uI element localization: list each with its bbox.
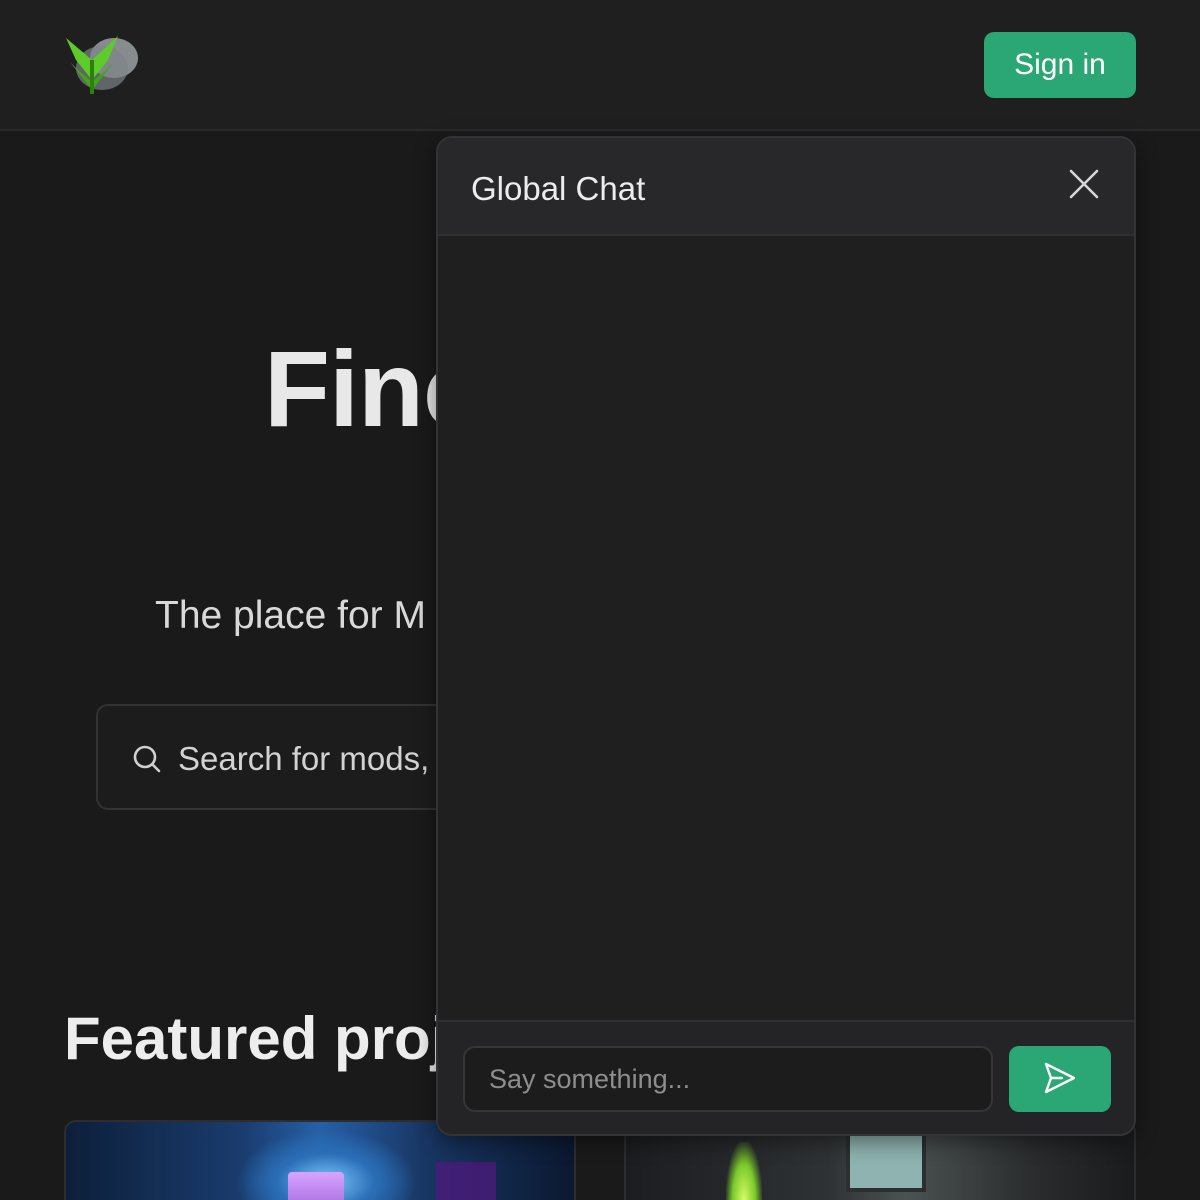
close-icon[interactable] (1066, 166, 1102, 202)
hero-subtitle: The place for M (155, 594, 426, 637)
card-image-detail (436, 1162, 496, 1200)
global-chat-panel: Global Chat (436, 136, 1136, 1136)
sign-in-button[interactable]: Sign in (984, 32, 1136, 98)
chat-messages[interactable] (438, 236, 1134, 1020)
chat-message-input[interactable] (463, 1046, 993, 1112)
send-icon (1042, 1060, 1078, 1099)
featured-heading: Featured proj (64, 1005, 448, 1072)
site-header: Sign in (0, 0, 1200, 131)
card-image-detail (846, 1132, 926, 1192)
card-image (288, 1172, 344, 1200)
chat-title: Global Chat (471, 170, 646, 207)
send-button[interactable] (1009, 1046, 1111, 1112)
search-icon (132, 744, 162, 774)
card-image (726, 1142, 762, 1200)
chat-footer (438, 1020, 1134, 1134)
logo-icon[interactable] (62, 30, 142, 100)
chat-header: Global Chat (438, 138, 1134, 236)
search-placeholder: Search for mods, p (178, 740, 457, 777)
